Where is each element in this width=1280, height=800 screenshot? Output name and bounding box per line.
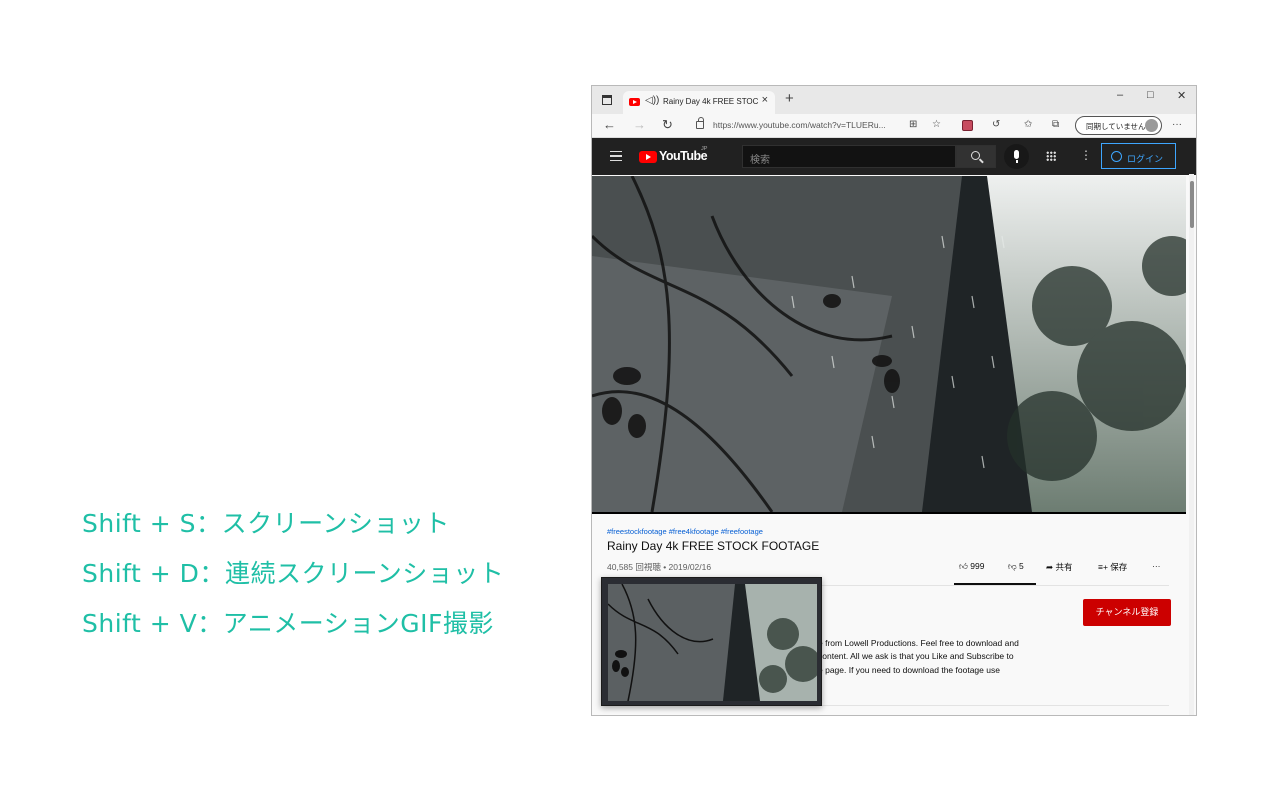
- hashtags[interactable]: #freestockfootage #free4kfootage #freefo…: [607, 527, 763, 536]
- youtube-favicon-icon: [629, 98, 640, 106]
- menu-icon[interactable]: [610, 151, 622, 161]
- scrollbar[interactable]: [1189, 174, 1194, 715]
- profile-button[interactable]: 同期していません: [1075, 116, 1162, 135]
- slide: Shift + S：スクリーンショット Shift + D：連続スクリーンショッ…: [0, 0, 1280, 800]
- youtube-logo-icon[interactable]: [639, 151, 657, 163]
- window-close-icon[interactable]: ✕: [1177, 89, 1186, 102]
- video-frame: [592, 176, 1186, 512]
- save-button[interactable]: ≡+ 保存: [1098, 561, 1127, 573]
- thumbs-up-icon: 👍︎: [959, 561, 971, 571]
- shortcut-separator: ：: [199, 559, 225, 588]
- thumbs-down-icon: 👎︎: [1008, 561, 1019, 571]
- tab-youtube[interactable]: ◁)) Rainy Day 4k FREE STOCK F ×: [623, 91, 775, 114]
- like-count: 999: [970, 561, 985, 571]
- video-player[interactable]: [592, 176, 1186, 514]
- youtube-logo-text[interactable]: YouTube: [659, 149, 708, 163]
- shortcut-screenshot: Shift + S：スクリーンショット: [82, 506, 504, 556]
- signin-button[interactable]: ログイン: [1101, 143, 1176, 169]
- description-line: content. All we ask is that you Like and…: [818, 651, 1014, 662]
- dislike-button[interactable]: 👎︎ 5: [1008, 561, 1024, 572]
- video-meta: 40,585 回視聴 • 2019/02/16: [607, 562, 712, 572]
- shortcut-action: スクリーンショット: [221, 509, 450, 538]
- preview-thumbnail: [608, 584, 817, 701]
- search-icon: [971, 151, 980, 160]
- shortcut-action: アニメーションGIF撮影: [222, 609, 494, 638]
- new-tab-icon[interactable]: +: [785, 90, 794, 107]
- speaker-icon[interactable]: ◁)): [645, 95, 659, 106]
- scrollbar-thumb[interactable]: [1190, 181, 1194, 228]
- minimize-icon[interactable]: –: [1117, 89, 1123, 101]
- shortcut-keys: Shift + V: [82, 609, 198, 638]
- url-field[interactable]: https://www.youtube.com/watch?v=TLUERu..…: [713, 120, 886, 130]
- share-label: 共有: [1055, 562, 1073, 572]
- shortcut-list: Shift + S：スクリーンショット Shift + D：連続スクリーンショッ…: [82, 506, 504, 656]
- shortcut-action: 連続スクリーンショット: [224, 559, 505, 588]
- tab-bar: ◁)) Rainy Day 4k FREE STOCK F × + – □ ✕: [592, 86, 1196, 114]
- reader-view-icon[interactable]: ⊞: [909, 119, 917, 130]
- dislike-count: 5: [1019, 561, 1024, 571]
- back-icon[interactable]: ←: [603, 117, 616, 132]
- close-icon[interactable]: ×: [762, 94, 768, 106]
- address-bar: ← → ↻ https://www.youtube.com/watch?v=TL…: [592, 114, 1196, 138]
- shortcut-keys: Shift + D: [82, 559, 200, 588]
- apps-grid-icon[interactable]: [1046, 151, 1056, 161]
- forward-icon[interactable]: →: [633, 117, 646, 132]
- capture-preview[interactable]: [601, 577, 822, 706]
- extension-2-icon[interactable]: ↺: [992, 119, 1000, 130]
- account-icon: [1111, 151, 1122, 162]
- search-input[interactable]: [742, 145, 956, 168]
- tab-title: Rainy Day 4k FREE STOCK F: [663, 97, 759, 106]
- youtube-masthead: YouTube JP 検索 ⋮ ログイン: [592, 138, 1196, 175]
- video-title: Rainy Day 4k FREE STOCK FOOTAGE: [607, 539, 820, 553]
- subscribe-button[interactable]: チャンネル登録: [1083, 599, 1171, 626]
- region-label: JP: [701, 146, 708, 152]
- description-line: e page. If you need to download the foot…: [818, 664, 1000, 675]
- description: e from Lowell Productions. Feel free to …: [818, 637, 1078, 677]
- lock-icon[interactable]: [696, 117, 704, 129]
- search-button[interactable]: [956, 145, 996, 168]
- settings-more-icon[interactable]: ···: [1172, 119, 1182, 130]
- avatar: [1145, 119, 1158, 132]
- shortcut-keys: Shift + S: [82, 509, 197, 538]
- more-vertical-icon[interactable]: ⋮: [1080, 148, 1092, 162]
- shortcut-separator: ：: [197, 609, 223, 638]
- playlist-add-icon: ≡+: [1098, 562, 1111, 572]
- favorites-icon[interactable]: ✩: [1024, 119, 1032, 130]
- tab-actions-icon[interactable]: [602, 95, 612, 105]
- favorite-add-icon[interactable]: ☆: [932, 119, 941, 130]
- maximize-icon[interactable]: □: [1147, 89, 1154, 101]
- profile-label: 同期していません: [1086, 122, 1146, 131]
- shortcut-separator: ：: [196, 509, 222, 538]
- search-placeholder: 検索: [750, 155, 770, 166]
- signin-label: ログイン: [1127, 154, 1164, 164]
- like-button[interactable]: 👍︎ 999: [959, 561, 984, 572]
- microphone-icon[interactable]: [1004, 144, 1029, 169]
- save-label: 保存: [1110, 562, 1128, 572]
- refresh-icon[interactable]: ↻: [662, 117, 673, 133]
- more-actions-icon[interactable]: ···: [1152, 561, 1161, 571]
- shortcut-burst: Shift + D：連続スクリーンショット: [82, 556, 504, 606]
- extension-icon[interactable]: [962, 120, 973, 131]
- share-button[interactable]: ➦ 共有: [1046, 561, 1073, 573]
- collections-icon[interactable]: ⧉: [1052, 119, 1059, 130]
- shortcut-gif: Shift + V：アニメーションGIF撮影: [82, 606, 504, 656]
- description-line: e from Lowell Productions. Feel free to …: [818, 638, 1019, 648]
- browser-window: ◁)) Rainy Day 4k FREE STOCK F × + – □ ✕ …: [591, 85, 1197, 716]
